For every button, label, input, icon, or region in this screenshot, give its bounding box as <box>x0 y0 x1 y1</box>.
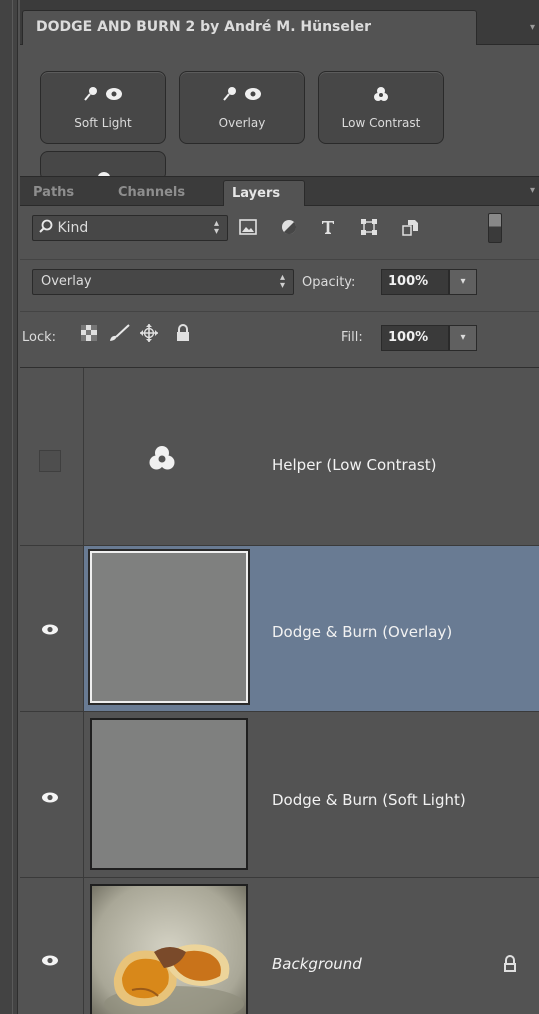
layer-row-background[interactable]: Background <box>20 878 539 1014</box>
low-contrast-button[interactable]: Low Contrast <box>318 71 444 144</box>
low-contrast-label: Low Contrast <box>341 116 421 130</box>
filter-kind-select[interactable]: Kind ▴ ▾ <box>32 215 228 241</box>
select-arrows-icon: ▴ ▾ <box>213 218 219 237</box>
blend-mode-bar: Overlay ▴ ▾ Opacity: 100% ▾ <box>20 260 539 312</box>
blend-mode-select[interactable]: Overlay ▴ ▾ <box>32 269 294 295</box>
opacity-input[interactable]: 100% <box>381 269 449 295</box>
adjustment-layer-icon <box>148 444 176 476</box>
eye-icon[interactable] <box>41 624 59 635</box>
eye-icon[interactable] <box>41 955 59 966</box>
lock-bar: Lock: Fill: 100% ▾ <box>20 312 539 368</box>
visibility-column <box>20 368 84 545</box>
layer-thumbnail[interactable] <box>88 549 250 705</box>
visibility-column <box>20 712 84 877</box>
lock-label: Lock: <box>22 330 57 345</box>
layer-name[interactable]: Helper (Low Contrast) <box>272 456 436 474</box>
fill-input[interactable]: 100% <box>381 325 449 351</box>
search-icon <box>39 219 53 233</box>
visibility-toggle-off[interactable] <box>39 450 61 472</box>
script-panel-tab[interactable]: DODGE AND BURN 2 by André M. Hünseler <box>22 10 477 45</box>
layer-name[interactable]: Background <box>272 955 362 973</box>
panel-dock-strip <box>0 0 18 1014</box>
eye-icon <box>245 88 261 100</box>
visibility-column <box>20 546 84 711</box>
script-panel-tabbar: DODGE AND BURN 2 by André M. Hünseler ▾ <box>20 0 539 45</box>
tab-paths[interactable]: Paths <box>25 180 82 207</box>
brush-icon <box>223 87 236 101</box>
adjustment-layer-filter-icon[interactable] <box>277 215 301 239</box>
layer-row-dodge-burn-soft-light[interactable]: Dodge & Burn (Soft Light) <box>20 712 539 878</box>
type-layer-filter-icon[interactable] <box>316 215 340 239</box>
overlay-button[interactable]: Overlay <box>179 71 305 144</box>
tab-channels[interactable]: Channels <box>110 180 193 207</box>
opacity-dropdown-button[interactable]: ▾ <box>449 269 477 295</box>
pixel-layer-filter-icon[interactable] <box>236 215 260 239</box>
smart-object-filter-icon[interactable] <box>398 215 422 239</box>
layer-filter-bar: Kind ▴ ▾ <box>20 206 539 260</box>
lock-image-pixels-icon[interactable] <box>108 322 130 344</box>
lock-transparent-pixels-icon[interactable] <box>78 322 100 344</box>
overlay-label: Overlay <box>218 116 266 130</box>
chevron-down-icon[interactable]: ▾ <box>530 22 535 33</box>
three-circles-icon <box>374 87 388 101</box>
layer-row-dodge-burn-overlay[interactable]: Dodge & Burn (Overlay) <box>20 546 539 712</box>
lock-position-icon[interactable] <box>138 322 160 344</box>
visibility-column <box>20 878 84 1014</box>
soft-light-label: Soft Light <box>74 116 132 130</box>
eye-icon[interactable] <box>41 792 59 803</box>
lock-all-icon[interactable] <box>172 322 194 344</box>
button-icons <box>41 86 165 104</box>
mushroom-photo-image <box>92 886 246 1014</box>
filter-toggle-switch[interactable] <box>488 213 502 243</box>
lock-icon <box>504 955 516 972</box>
button-icons <box>180 86 304 104</box>
opacity-label: Opacity: <box>302 275 356 290</box>
layer-thumbnail[interactable] <box>90 718 248 870</box>
dodge-burn-script-panel: DODGE AND BURN 2 by André M. Hünseler ▾ … <box>20 0 539 181</box>
chevron-down-icon[interactable]: ▾ <box>530 185 535 196</box>
blend-mode-value: Overlay <box>41 274 92 289</box>
panel-tabs: Paths Channels Layers ▾ <box>20 176 539 207</box>
layer-name[interactable]: Dodge & Burn (Overlay) <box>272 623 452 641</box>
layer-row-helper-low-contrast[interactable]: Helper (Low Contrast) <box>20 368 539 546</box>
filter-kind-label: Kind <box>57 220 89 236</box>
select-arrows-icon: ▴ ▾ <box>279 272 285 291</box>
tab-layers[interactable]: Layers <box>223 180 305 207</box>
brush-icon <box>84 87 97 101</box>
fill-dropdown-button[interactable]: ▾ <box>449 325 477 351</box>
fill-label: Fill: <box>341 330 363 345</box>
background-photo-thumbnail[interactable] <box>90 884 248 1014</box>
layer-name[interactable]: Dodge & Burn (Soft Light) <box>272 791 466 809</box>
script-panel-body: Soft Light Overlay Low Contrast <box>20 45 539 181</box>
button-icons <box>319 86 443 104</box>
soft-light-button[interactable]: Soft Light <box>40 71 166 144</box>
eye-icon <box>106 88 122 100</box>
shape-layer-filter-icon[interactable] <box>357 215 381 239</box>
